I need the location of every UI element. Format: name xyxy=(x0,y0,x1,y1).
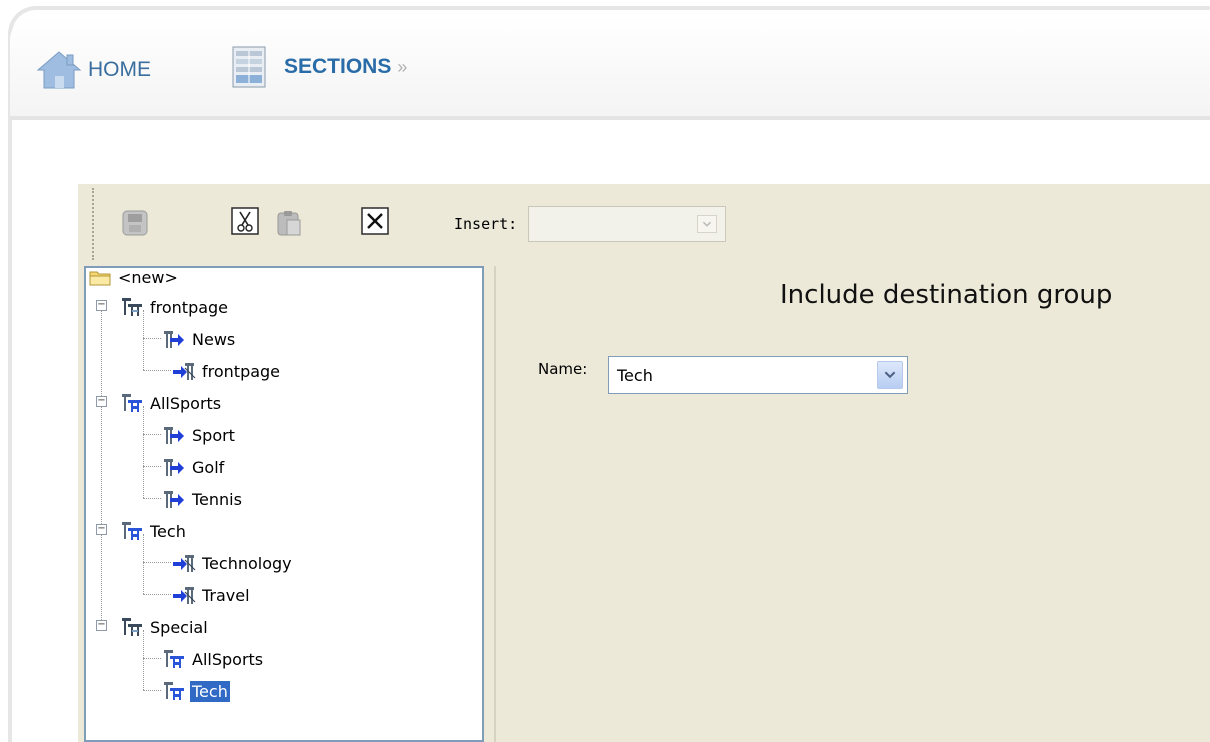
chevron-down-icon[interactable] xyxy=(877,361,903,389)
tree-connector xyxy=(143,434,161,435)
tree-item-special-group[interactable]: Special xyxy=(120,612,210,642)
tree-item-sport[interactable]: Sport xyxy=(162,420,237,450)
collapse-toggle[interactable]: − xyxy=(96,620,107,631)
tree-connector xyxy=(101,306,102,626)
tree-item-label[interactable]: Golf xyxy=(190,457,226,478)
destination-group-icon xyxy=(164,650,184,668)
properties-panel: Include destination group Name: Tech xyxy=(494,266,1210,742)
destination-group-icon xyxy=(122,522,142,540)
tree-item-technology[interactable]: Technology xyxy=(172,548,294,578)
tree-item-new[interactable]: <new> xyxy=(88,262,180,292)
tree-item-label[interactable]: AllSports xyxy=(148,393,223,414)
insert-label: Insert: xyxy=(454,215,518,233)
tree-item-label[interactable]: News xyxy=(190,329,237,350)
tree-item-tech-group[interactable]: Tech xyxy=(120,516,188,546)
tree-item-label-selected[interactable]: Tech xyxy=(190,680,230,702)
chevron-down-icon[interactable] xyxy=(697,215,717,233)
tree-item-label[interactable]: Special xyxy=(148,617,210,638)
home-link[interactable]: HOME xyxy=(36,50,151,90)
toolbar: Insert: xyxy=(78,184,1210,264)
sections-icon xyxy=(232,46,266,88)
toolbar-grip[interactable] xyxy=(92,188,95,260)
tree-connector xyxy=(143,498,161,499)
name-label: Name: xyxy=(538,360,588,378)
tree-item-label[interactable]: frontpage xyxy=(200,361,282,382)
home-icon xyxy=(36,51,82,89)
tree-connector xyxy=(143,562,171,563)
name-select[interactable]: Tech xyxy=(608,356,908,394)
paste-icon[interactable] xyxy=(274,208,304,238)
tree-item-travel[interactable]: Travel xyxy=(172,580,252,610)
tree-item-label[interactable]: Tech xyxy=(148,521,188,542)
destination-group-icon xyxy=(122,394,142,412)
sections-editor: Insert: <new> − frontpage News frontpage… xyxy=(78,184,1210,742)
insert-select[interactable] xyxy=(528,206,726,242)
panel-title: Include destination group xyxy=(780,280,1113,310)
tree-item-allsports-group[interactable]: AllSports xyxy=(120,388,223,418)
tree-connector xyxy=(143,690,161,691)
breadcrumb-bar: HOME SECTIONS » xyxy=(10,16,1210,120)
tree-item-frontpage-group[interactable]: frontpage xyxy=(120,292,230,322)
tree-item-golf[interactable]: Golf xyxy=(162,452,226,482)
tree-item-label[interactable]: Travel xyxy=(200,585,252,606)
collapse-toggle[interactable]: − xyxy=(96,524,107,535)
section-exclude-icon xyxy=(173,555,196,572)
tree-connector xyxy=(143,466,161,467)
name-select-value: Tech xyxy=(617,366,653,385)
section-include-icon xyxy=(164,491,184,508)
tree-connector xyxy=(143,658,161,659)
tree-item-tech-selected[interactable]: Tech xyxy=(162,676,230,706)
collapse-toggle[interactable]: − xyxy=(96,300,107,311)
tree-item-label[interactable]: Technology xyxy=(200,553,294,574)
breadcrumb-separator: » xyxy=(397,56,408,77)
tree-item-news[interactable]: News xyxy=(162,324,237,354)
section-include-icon xyxy=(164,331,184,348)
tree-item-tennis[interactable]: Tennis xyxy=(162,484,244,514)
section-group-icon xyxy=(122,298,142,316)
tree-item-label[interactable]: frontpage xyxy=(148,297,230,318)
folder-icon xyxy=(89,271,111,286)
section-exclude-icon xyxy=(173,587,196,604)
tree-connector xyxy=(143,406,144,498)
section-exclude-icon xyxy=(173,363,196,380)
tree-connector xyxy=(143,594,171,595)
section-tree[interactable]: <new> − frontpage News frontpage − AllSp… xyxy=(84,266,484,742)
tree-item-label[interactable]: AllSports xyxy=(190,649,265,670)
collapse-toggle[interactable]: − xyxy=(96,396,107,407)
tree-item-label[interactable]: Tennis xyxy=(190,489,244,510)
sections-label[interactable]: SECTIONS xyxy=(284,55,391,79)
tree-item-label[interactable]: <new> xyxy=(116,267,180,288)
section-include-icon xyxy=(164,459,184,476)
section-group-icon xyxy=(122,618,142,636)
tree-item-allsports[interactable]: AllSports xyxy=(162,644,265,674)
cut-icon[interactable] xyxy=(230,206,260,236)
home-label[interactable]: HOME xyxy=(88,58,151,82)
tree-connector xyxy=(143,338,161,339)
sections-link[interactable]: SECTIONS » xyxy=(232,46,407,88)
tree-item-label[interactable]: Sport xyxy=(190,425,237,446)
save-icon[interactable] xyxy=(120,208,150,238)
tree-item-frontpage[interactable]: frontpage xyxy=(172,356,282,386)
destination-group-icon xyxy=(164,682,184,700)
tree-connector xyxy=(143,370,171,371)
section-include-icon xyxy=(164,427,184,444)
delete-icon[interactable] xyxy=(360,206,390,236)
